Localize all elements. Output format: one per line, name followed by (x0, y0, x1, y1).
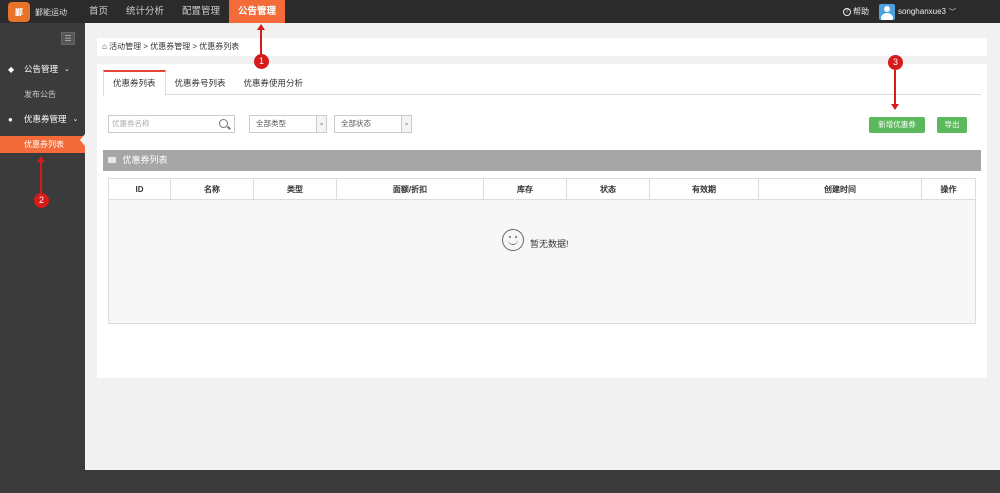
sidebar-group-label: 优惠券管理 (24, 114, 67, 124)
column-header[interactable]: ID (109, 179, 171, 200)
chevron-down-icon[interactable]: ﹀ (949, 7, 956, 17)
top-nav: 首页 统计分析 配置管理 公告管理 (80, 0, 286, 23)
sidebar-item-publish[interactable]: 发布公告 (0, 86, 85, 103)
tag-icon (108, 157, 116, 163)
type-select[interactable]: 全部类型 ⌄ (249, 115, 327, 133)
users-icon: ● (8, 114, 13, 124)
logo[interactable]: 鄞 鄞能运动 (8, 2, 83, 22)
logo-icon: 鄞 (8, 2, 30, 22)
column-header[interactable]: 状态 (567, 179, 650, 200)
column-header[interactable]: 操作 (922, 179, 975, 200)
chevron-down-icon: ⌄ (316, 116, 326, 132)
annotation-arrowhead-3 (891, 104, 899, 110)
column-header[interactable]: 有效期 (650, 179, 759, 200)
column-header[interactable]: 名称 (171, 179, 254, 200)
annotation-marker-3: 3 (888, 55, 903, 70)
main-panel: 优惠券列表 优惠券号列表 优惠券使用分析 优惠券名称 全部类型 ⌄ 全部状态 ⌄… (97, 64, 987, 378)
type-select-value: 全部类型 (256, 119, 286, 128)
column-header[interactable]: 类型 (254, 179, 337, 200)
user-area: ? 帮助 songhanxue3 ﹀ (842, 0, 956, 23)
status-select[interactable]: 全部状态 ⌄ (334, 115, 412, 133)
help-circle-icon[interactable]: ? (842, 7, 851, 16)
annotation-arrowhead-1 (257, 24, 265, 30)
breadcrumb: ⌂ 活动管理 > 优惠券管理 > 优惠券列表 (97, 38, 987, 56)
search-input[interactable]: 优惠券名称 (108, 115, 235, 133)
nav-announcements[interactable]: 公告管理 (229, 0, 286, 23)
tab-coupon-usage-analysis[interactable]: 优惠券使用分析 (235, 70, 313, 95)
annotation-marker-2: 2 (34, 193, 49, 208)
smile-icon (502, 229, 524, 251)
sidebar-item-coupon-list[interactable]: 优惠券列表 (0, 136, 85, 153)
annotation-arrow-3 (894, 70, 896, 104)
breadcrumb-text: 活动管理 > 优惠券管理 > 优惠券列表 (109, 42, 240, 51)
annotation-marker-1: 1 (254, 54, 269, 69)
tab-bar: 优惠券列表 优惠券号列表 优惠券使用分析 (103, 70, 981, 96)
avatar[interactable] (878, 3, 895, 20)
username[interactable]: songhanxue3 (898, 7, 946, 16)
nav-statistics[interactable]: 统计分析 (117, 0, 173, 23)
logo-text: 鄞能运动 (35, 7, 67, 17)
export-button[interactable]: 导出 (937, 117, 967, 133)
sidebar-group-label: 公告管理 (24, 64, 59, 74)
section-title: 优惠券列表 (122, 155, 168, 165)
top-bar: 鄞 鄞能运动 首页 统计分析 配置管理 公告管理 ? 帮助 songhanxue… (0, 0, 1000, 23)
chevron-down-icon: ⌄ (401, 116, 411, 132)
nav-config[interactable]: 配置管理 (173, 0, 229, 23)
chevron-down-icon: ⌄ (64, 66, 70, 73)
coupon-table: ID 名称 类型 面额/折扣 库存 状态 有效期 创建时间 操作 暂无数据! (108, 178, 976, 324)
tab-coupon-code-list[interactable]: 优惠券号列表 (166, 70, 235, 95)
nav-home[interactable]: 首页 (80, 0, 117, 23)
column-header[interactable]: 面额/折扣 (337, 179, 484, 200)
empty-state: 暂无数据! (502, 229, 569, 251)
footer-bar (85, 470, 1000, 493)
sidebar: ☰ ◆ 公告管理 ⌄ 发布公告 ● 优惠券管理 ⌄ 优惠券列表 (0, 23, 85, 493)
search-icon[interactable] (219, 119, 228, 128)
annotation-arrowhead-2 (37, 156, 45, 162)
home-icon[interactable]: ⌂ (102, 42, 107, 51)
chevron-down-icon: ⌄ (72, 116, 79, 123)
column-header[interactable]: 库存 (484, 179, 567, 200)
table-header: ID 名称 类型 面额/折扣 库存 状态 有效期 创建时间 操作 (109, 179, 975, 200)
add-coupon-button[interactable]: 新增优惠券 (869, 117, 925, 133)
tag-icon: ◆ (8, 64, 15, 74)
tab-coupon-list[interactable]: 优惠券列表 (103, 70, 166, 96)
empty-text: 暂无数据! (530, 238, 569, 249)
menu-icon[interactable]: ☰ (61, 32, 75, 45)
section-header: 优惠券列表 (103, 150, 981, 171)
annotation-arrow-1 (260, 29, 262, 54)
help-link[interactable]: 帮助 (853, 6, 869, 17)
active-indicator (80, 134, 85, 146)
sidebar-group-coupons[interactable]: ● 优惠券管理 ⌄ (0, 109, 85, 129)
annotation-arrow-2 (40, 161, 42, 193)
status-select-value: 全部状态 (341, 119, 371, 128)
column-header[interactable]: 创建时间 (759, 179, 922, 200)
sidebar-group-announcements[interactable]: ◆ 公告管理 ⌄ (0, 59, 85, 79)
search-placeholder: 优惠券名称 (112, 119, 150, 128)
